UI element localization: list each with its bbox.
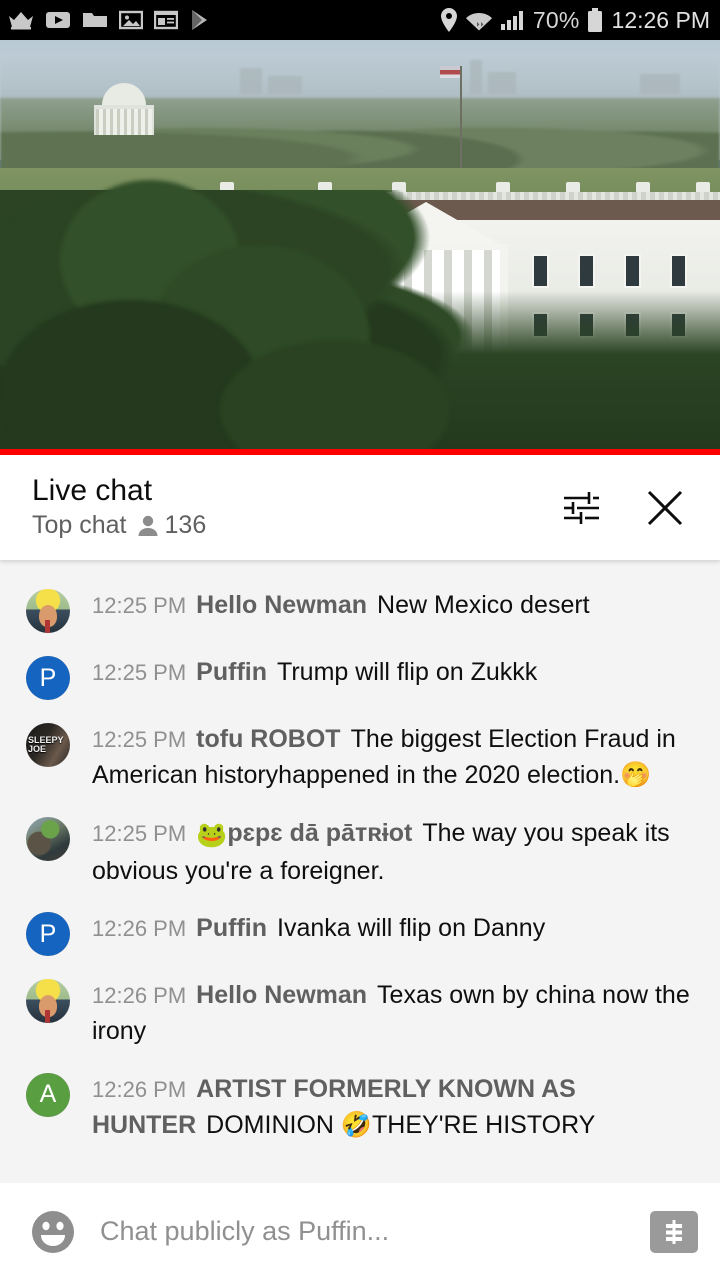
folder-icon	[83, 13, 107, 27]
chat-input-placeholder[interactable]: Chat publicly as Puffin...	[100, 1216, 628, 1247]
chat-message-row[interactable]: 12:26 PM Hello Newman Texas own by china n…	[0, 966, 720, 1060]
avatar-letter: P	[26, 656, 70, 700]
play-store-icon	[192, 10, 207, 30]
message-timestamp: 12:26 PM	[92, 1076, 187, 1102]
message-author[interactable]: Hello Newman	[196, 981, 367, 1009]
super-chat-button[interactable]	[650, 1210, 698, 1253]
avatar-letter: SLEEPY JOE	[28, 735, 64, 754]
message-timestamp: 12:25 PM	[92, 727, 187, 752]
message-body: 12:25 PM 🐸pɛpɛ dā pāтʀɨot The way you spea…	[92, 814, 704, 890]
emoji-face-icon[interactable]	[28, 1207, 78, 1257]
chat-message-list[interactable]: 12:25 PM Hello Newman New Mexico desert P …	[0, 560, 720, 1183]
jefferson-memorial	[88, 83, 160, 141]
message-text: DOMINION 🤣THEY'RE HISTORY	[206, 1110, 596, 1139]
chat-header-actions	[558, 485, 696, 531]
chat-message-row[interactable]: A 12:26 PM ARTIST FORMERLY KNOWN AS HUNTE…	[0, 1060, 720, 1154]
avatar-letter: P	[26, 912, 70, 956]
live-chat-title: Live chat	[32, 473, 153, 507]
signal-icon	[500, 11, 523, 30]
youtube-icon	[46, 12, 70, 28]
clock-label: 12:26 PM	[611, 6, 710, 33]
message-body: 12:26 PM Puffin Ivanka will flip on Danny	[92, 909, 704, 946]
author-emoji: 🐸	[196, 820, 228, 849]
message-body: 12:25 PM Hello Newman New Mexico desert	[92, 586, 704, 623]
chat-input-bar[interactable]: Chat publicly as Puffin...	[0, 1183, 720, 1280]
chat-message-row[interactable]: 12:25 PM Hello Newman New Mexico desert	[0, 576, 720, 643]
message-timestamp: 12:25 PM	[92, 820, 187, 846]
chat-settings-button[interactable]	[558, 485, 604, 531]
avatar[interactable]	[26, 979, 70, 1023]
crown-icon	[9, 12, 33, 30]
avatar[interactable]: P	[26, 912, 70, 956]
chat-message-row[interactable]: 12:25 PM 🐸pɛpɛ dā pāтʀɨot The way you spea…	[0, 804, 720, 900]
message-body: 12:25 PM Puffin Trump will flip on Zukkk	[92, 653, 704, 690]
avatar[interactable]	[26, 589, 70, 633]
message-author[interactable]: Puffin	[196, 914, 267, 942]
message-body: 12:25 PM tofu ROBOT The biggest Election F…	[92, 720, 704, 794]
flagpole	[460, 66, 462, 181]
viewer-count-group: 136	[137, 511, 207, 540]
status-bar-system-icons: 70% 12:26 PM	[440, 7, 710, 34]
avatar[interactable]: P	[26, 656, 70, 700]
message-text: Trump will flip on Zukkk	[277, 658, 538, 686]
avatar-letter: A	[26, 1072, 70, 1117]
chat-mode-label[interactable]: Top chat	[32, 511, 127, 540]
person-icon	[138, 515, 158, 536]
message-author[interactable]: Hello Newman	[196, 591, 367, 619]
chat-message-row[interactable]: P 12:26 PM Puffin Ivanka will flip on Dann…	[0, 899, 720, 966]
close-x-icon	[647, 490, 683, 525]
viewer-count-label: 136	[164, 511, 207, 540]
live-chat-header: Live chat Top chat 136	[0, 455, 720, 560]
avatar[interactable]: A	[26, 1072, 70, 1117]
foreground-trees	[0, 180, 720, 455]
wifi-icon	[465, 13, 492, 31]
location-icon	[440, 8, 457, 32]
american-flag	[440, 66, 460, 78]
message-author[interactable]: tofu ROBOT	[196, 725, 340, 753]
video-player[interactable]	[0, 40, 720, 455]
message-timestamp: 12:26 PM	[92, 983, 187, 1008]
battery-percent-label: 70%	[532, 6, 580, 33]
message-timestamp: 12:26 PM	[92, 916, 187, 941]
message-author[interactable]: pɛpɛ dā pāтʀɨot	[227, 819, 412, 847]
news-icon	[154, 10, 178, 30]
tune-sliders-icon	[564, 491, 599, 524]
chat-header-subline: Top chat 136	[32, 511, 558, 540]
chat-message-row[interactable]: SLEEPY JOE 12:25 PM tofu ROBOT The biggest…	[0, 710, 720, 804]
dollar-superchat-icon	[666, 1219, 682, 1244]
status-bar: 70% 12:26 PM	[0, 0, 720, 40]
avatar[interactable]	[26, 816, 70, 861]
message-timestamp: 12:25 PM	[92, 593, 187, 618]
message-text: Ivanka will flip on Danny	[277, 914, 546, 942]
chat-header-titles: Live chat Top chat 136	[32, 475, 558, 541]
status-bar-notification-icons	[8, 9, 211, 31]
chat-message-row[interactable]: P 12:25 PM Puffin Trump will flip on Zukkk	[0, 643, 720, 710]
youtube-live-chat-screen: 70% 12:26 PM Live chat Top chat 136 12:2…	[0, 0, 720, 1280]
photos-icon	[119, 10, 143, 30]
message-author[interactable]: Puffin	[196, 658, 267, 686]
battery-icon	[587, 8, 602, 32]
message-text: New Mexico desert	[377, 591, 590, 619]
message-timestamp: 12:25 PM	[92, 660, 187, 685]
avatar[interactable]: SLEEPY JOE	[26, 723, 70, 767]
close-chat-button[interactable]	[642, 485, 688, 531]
message-body: 12:26 PM Hello Newman Texas own by china n…	[92, 976, 704, 1050]
message-body: 12:26 PM ARTIST FORMERLY KNOWN AS HUNTER D…	[92, 1070, 704, 1144]
